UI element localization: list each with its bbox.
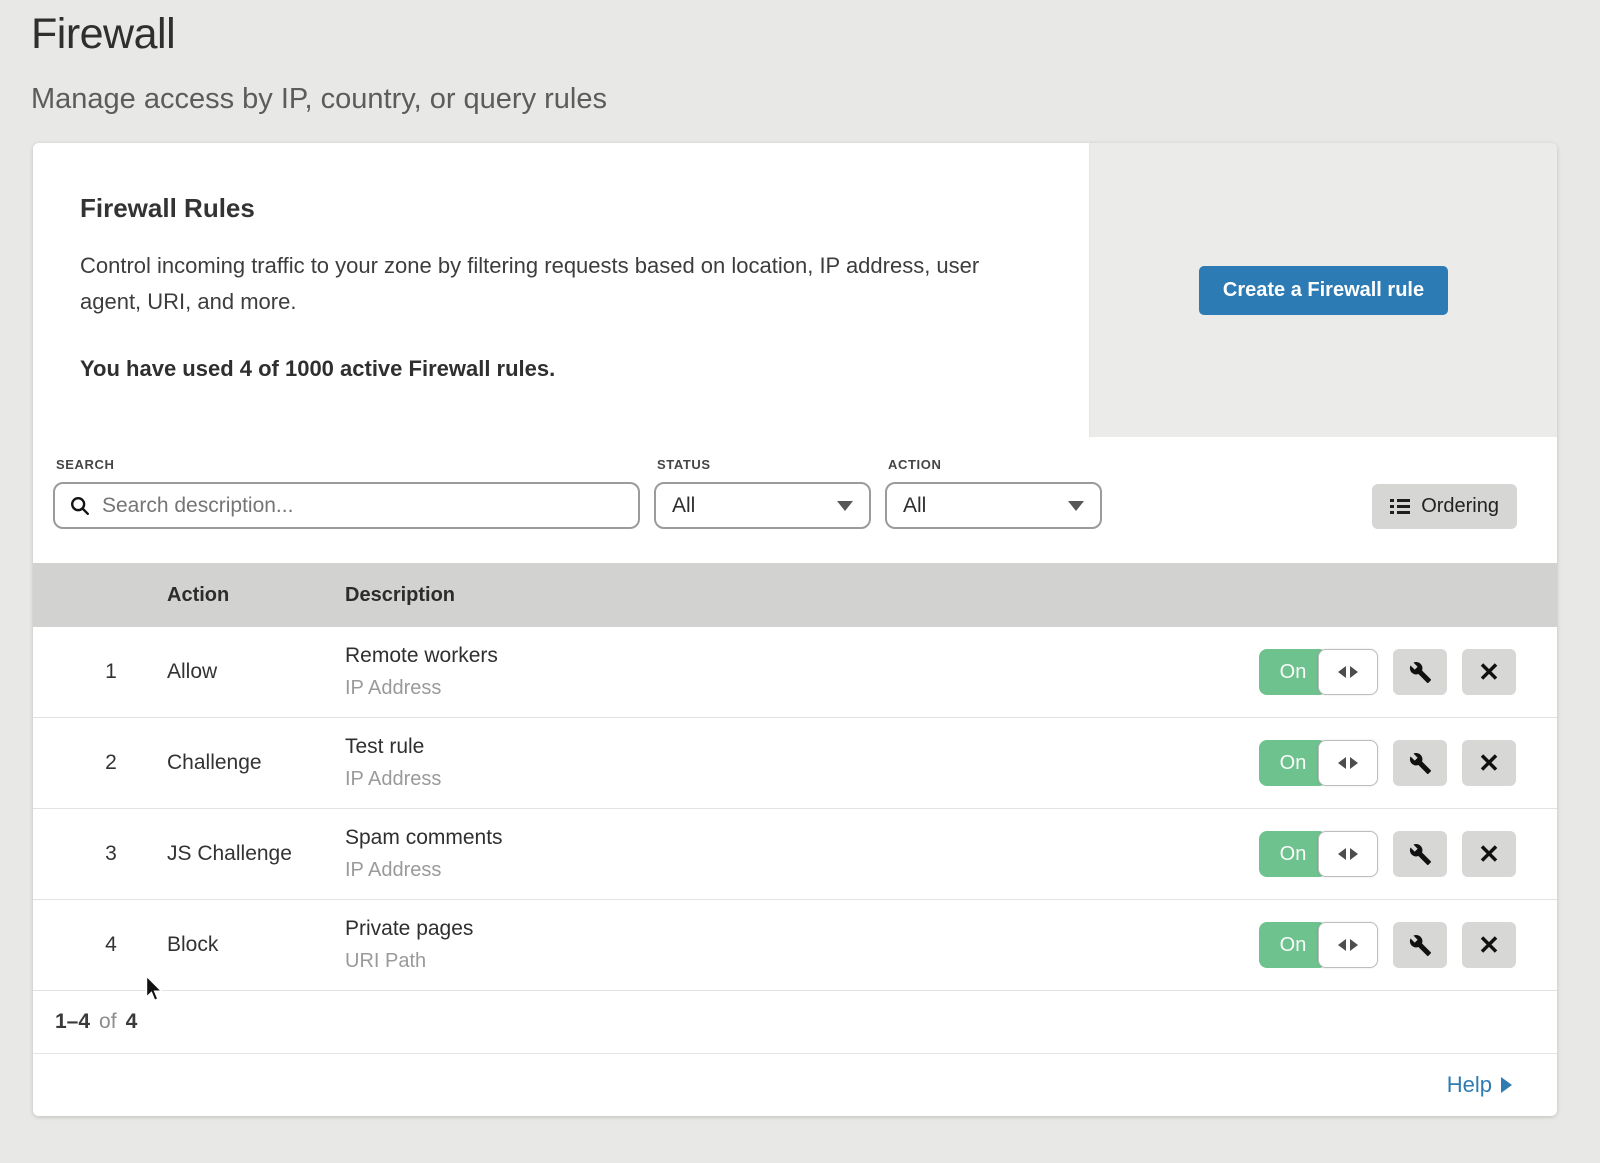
delete-rule-button[interactable]: ✕ xyxy=(1462,831,1516,877)
rule-description: Remote workers xyxy=(345,644,1217,668)
left-right-arrows-icon[interactable] xyxy=(1318,649,1378,695)
rule-action: Block xyxy=(167,933,345,957)
delete-rule-button[interactable]: ✕ xyxy=(1462,740,1516,786)
table-body: 1 Allow Remote workers IP Address On xyxy=(33,627,1557,991)
left-right-arrows-icon[interactable] xyxy=(1318,922,1378,968)
pagination: 1–4 of 4 xyxy=(33,991,1557,1054)
rule-match-type: IP Address xyxy=(345,768,1217,791)
rule-match-type: IP Address xyxy=(345,677,1217,700)
help-row: Help xyxy=(33,1054,1557,1116)
delete-rule-button[interactable]: ✕ xyxy=(1462,649,1516,695)
toggle-on-label: On xyxy=(1259,740,1327,786)
delete-rule-button[interactable]: ✕ xyxy=(1462,922,1516,968)
rule-description-cell: Private pages URI Path xyxy=(345,917,1217,973)
rule-enabled-toggle[interactable]: On xyxy=(1259,649,1378,695)
rule-enabled-toggle[interactable]: On xyxy=(1259,831,1378,877)
x-icon: ✕ xyxy=(1478,750,1500,776)
firewall-rules-card: Firewall Rules Control incoming traffic … xyxy=(33,143,1557,1116)
table-row: 2 Challenge Test rule IP Address On xyxy=(33,718,1557,809)
help-link-label: Help xyxy=(1447,1072,1492,1098)
rule-enabled-toggle[interactable]: On xyxy=(1259,740,1378,786)
pagination-total: 4 xyxy=(126,1010,138,1034)
description-column-header: Description xyxy=(345,584,1217,607)
rule-action: Allow xyxy=(167,660,345,684)
right-triangle-icon xyxy=(1501,1077,1512,1093)
help-link[interactable]: Help xyxy=(1447,1072,1512,1098)
edit-rule-button[interactable] xyxy=(1393,649,1447,695)
left-right-arrows-icon[interactable] xyxy=(1318,740,1378,786)
status-label: STATUS xyxy=(657,457,871,472)
page-subtitle: Manage access by IP, country, or query r… xyxy=(31,83,1600,116)
rules-summary-text: Firewall Rules Control incoming traffic … xyxy=(33,143,1090,437)
edit-rule-button[interactable] xyxy=(1393,831,1447,877)
rule-description: Spam comments xyxy=(345,826,1217,850)
action-label: ACTION xyxy=(888,457,1102,472)
table-header: Action Description xyxy=(33,563,1557,627)
x-icon: ✕ xyxy=(1478,932,1500,958)
rule-controls: On ✕ xyxy=(1217,922,1557,968)
rule-match-type: IP Address xyxy=(345,859,1217,882)
edit-rule-button[interactable] xyxy=(1393,922,1447,968)
rule-controls: On ✕ xyxy=(1217,740,1557,786)
wrench-icon xyxy=(1409,661,1432,684)
filters-bar: SEARCH STATUS All ACTION All xyxy=(33,437,1557,563)
chevron-down-icon xyxy=(1068,501,1084,511)
rule-action: Challenge xyxy=(167,751,345,775)
ordering-button-label: Ordering xyxy=(1421,495,1499,518)
rule-controls: On ✕ xyxy=(1217,649,1557,695)
rule-controls: On ✕ xyxy=(1217,831,1557,877)
rule-action: JS Challenge xyxy=(167,842,345,866)
edit-rule-button[interactable] xyxy=(1393,740,1447,786)
action-select[interactable]: All xyxy=(885,482,1102,529)
page-header: Firewall Manage access by IP, country, o… xyxy=(0,0,1600,116)
search-filter-group: SEARCH xyxy=(53,457,640,529)
table-row: 3 JS Challenge Spam comments IP Address … xyxy=(33,809,1557,900)
chevron-down-icon xyxy=(837,501,853,511)
left-right-arrows-icon[interactable] xyxy=(1318,831,1378,877)
toggle-on-label: On xyxy=(1259,831,1327,877)
table-row: 1 Allow Remote workers IP Address On xyxy=(33,627,1557,718)
search-input[interactable] xyxy=(102,494,624,518)
rule-description-cell: Test rule IP Address xyxy=(345,735,1217,791)
table-row: 4 Block Private pages URI Path On ✕ xyxy=(33,900,1557,991)
wrench-icon xyxy=(1409,934,1432,957)
toggle-on-label: On xyxy=(1259,922,1327,968)
toggle-on-label: On xyxy=(1259,649,1327,695)
rule-description: Test rule xyxy=(345,735,1217,759)
rule-priority: 2 xyxy=(55,751,167,775)
ordering-button[interactable]: Ordering xyxy=(1372,484,1517,529)
create-firewall-rule-button[interactable]: Create a Firewall rule xyxy=(1199,266,1448,315)
rules-heading: Firewall Rules xyxy=(80,193,1029,224)
rule-match-type: URI Path xyxy=(345,950,1217,973)
x-icon: ✕ xyxy=(1478,659,1500,685)
rules-usage-note: You have used 4 of 1000 active Firewall … xyxy=(80,356,1029,382)
rule-priority: 4 xyxy=(55,933,167,957)
wrench-icon xyxy=(1409,752,1432,775)
status-select[interactable]: All xyxy=(654,482,871,529)
action-column-header: Action xyxy=(167,584,345,607)
rule-priority: 1 xyxy=(55,660,167,684)
search-icon xyxy=(69,495,91,517)
wrench-icon xyxy=(1409,843,1432,866)
rules-description: Control incoming traffic to your zone by… xyxy=(80,248,1029,320)
search-box[interactable] xyxy=(53,482,640,529)
rule-priority: 3 xyxy=(55,842,167,866)
rules-summary-section: Firewall Rules Control incoming traffic … xyxy=(33,143,1557,437)
x-icon: ✕ xyxy=(1478,841,1500,867)
page-title: Firewall xyxy=(31,10,1600,59)
rule-description-cell: Spam comments IP Address xyxy=(345,826,1217,882)
search-label: SEARCH xyxy=(56,457,640,472)
rule-description-cell: Remote workers IP Address xyxy=(345,644,1217,700)
status-filter-group: STATUS All xyxy=(654,457,871,529)
status-selected-value: All xyxy=(672,494,695,518)
mouse-cursor xyxy=(141,974,167,1004)
create-rule-panel: Create a Firewall rule xyxy=(1090,143,1557,437)
ordered-list-icon xyxy=(1390,499,1410,514)
rule-description: Private pages xyxy=(345,917,1217,941)
pagination-of: of xyxy=(99,1010,117,1034)
action-filter-group: ACTION All xyxy=(885,457,1102,529)
action-selected-value: All xyxy=(903,494,926,518)
pagination-range: 1–4 xyxy=(55,1010,90,1034)
rule-enabled-toggle[interactable]: On xyxy=(1259,922,1378,968)
